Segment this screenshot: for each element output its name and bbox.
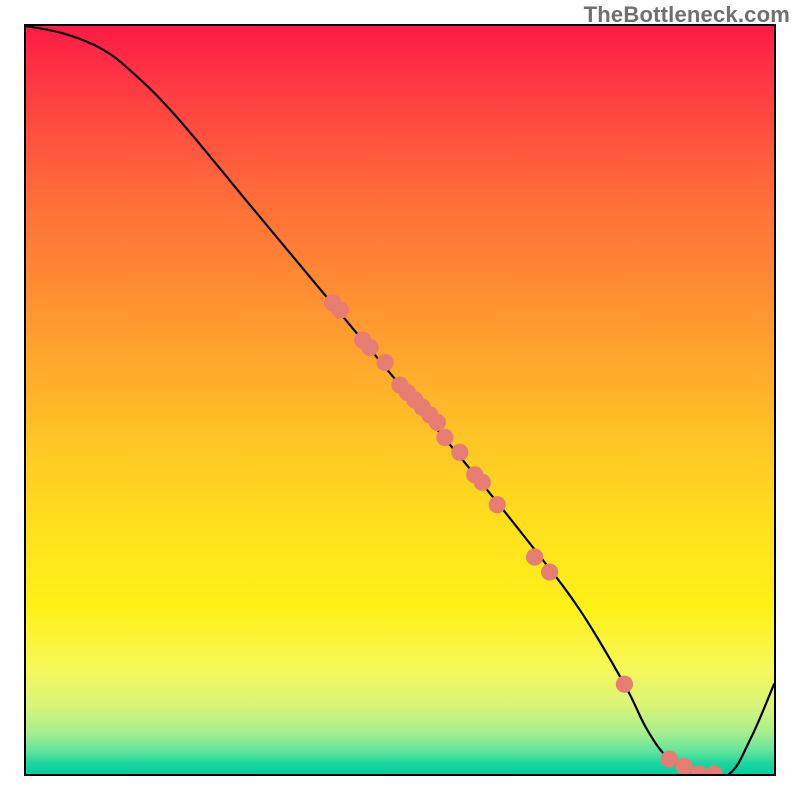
sample-point (361, 339, 378, 356)
sample-point (332, 302, 349, 319)
sample-point (429, 414, 446, 431)
bottleneck-curve (26, 26, 774, 774)
sample-point (541, 563, 558, 580)
sample-point (436, 429, 453, 446)
sample-point (691, 765, 708, 774)
plot-svg (26, 26, 774, 774)
sample-point (676, 758, 693, 774)
sample-point (489, 496, 506, 513)
sample-point (616, 676, 633, 693)
plot-area (24, 24, 776, 776)
sample-point (376, 354, 393, 371)
watermark-text: TheBottleneck.com (584, 2, 790, 28)
sample-point (661, 750, 678, 767)
sample-point (526, 548, 543, 565)
sample-point (706, 765, 723, 774)
chart-stage: TheBottleneck.com (0, 0, 800, 800)
sample-point (474, 474, 491, 491)
sample-point (451, 444, 468, 461)
